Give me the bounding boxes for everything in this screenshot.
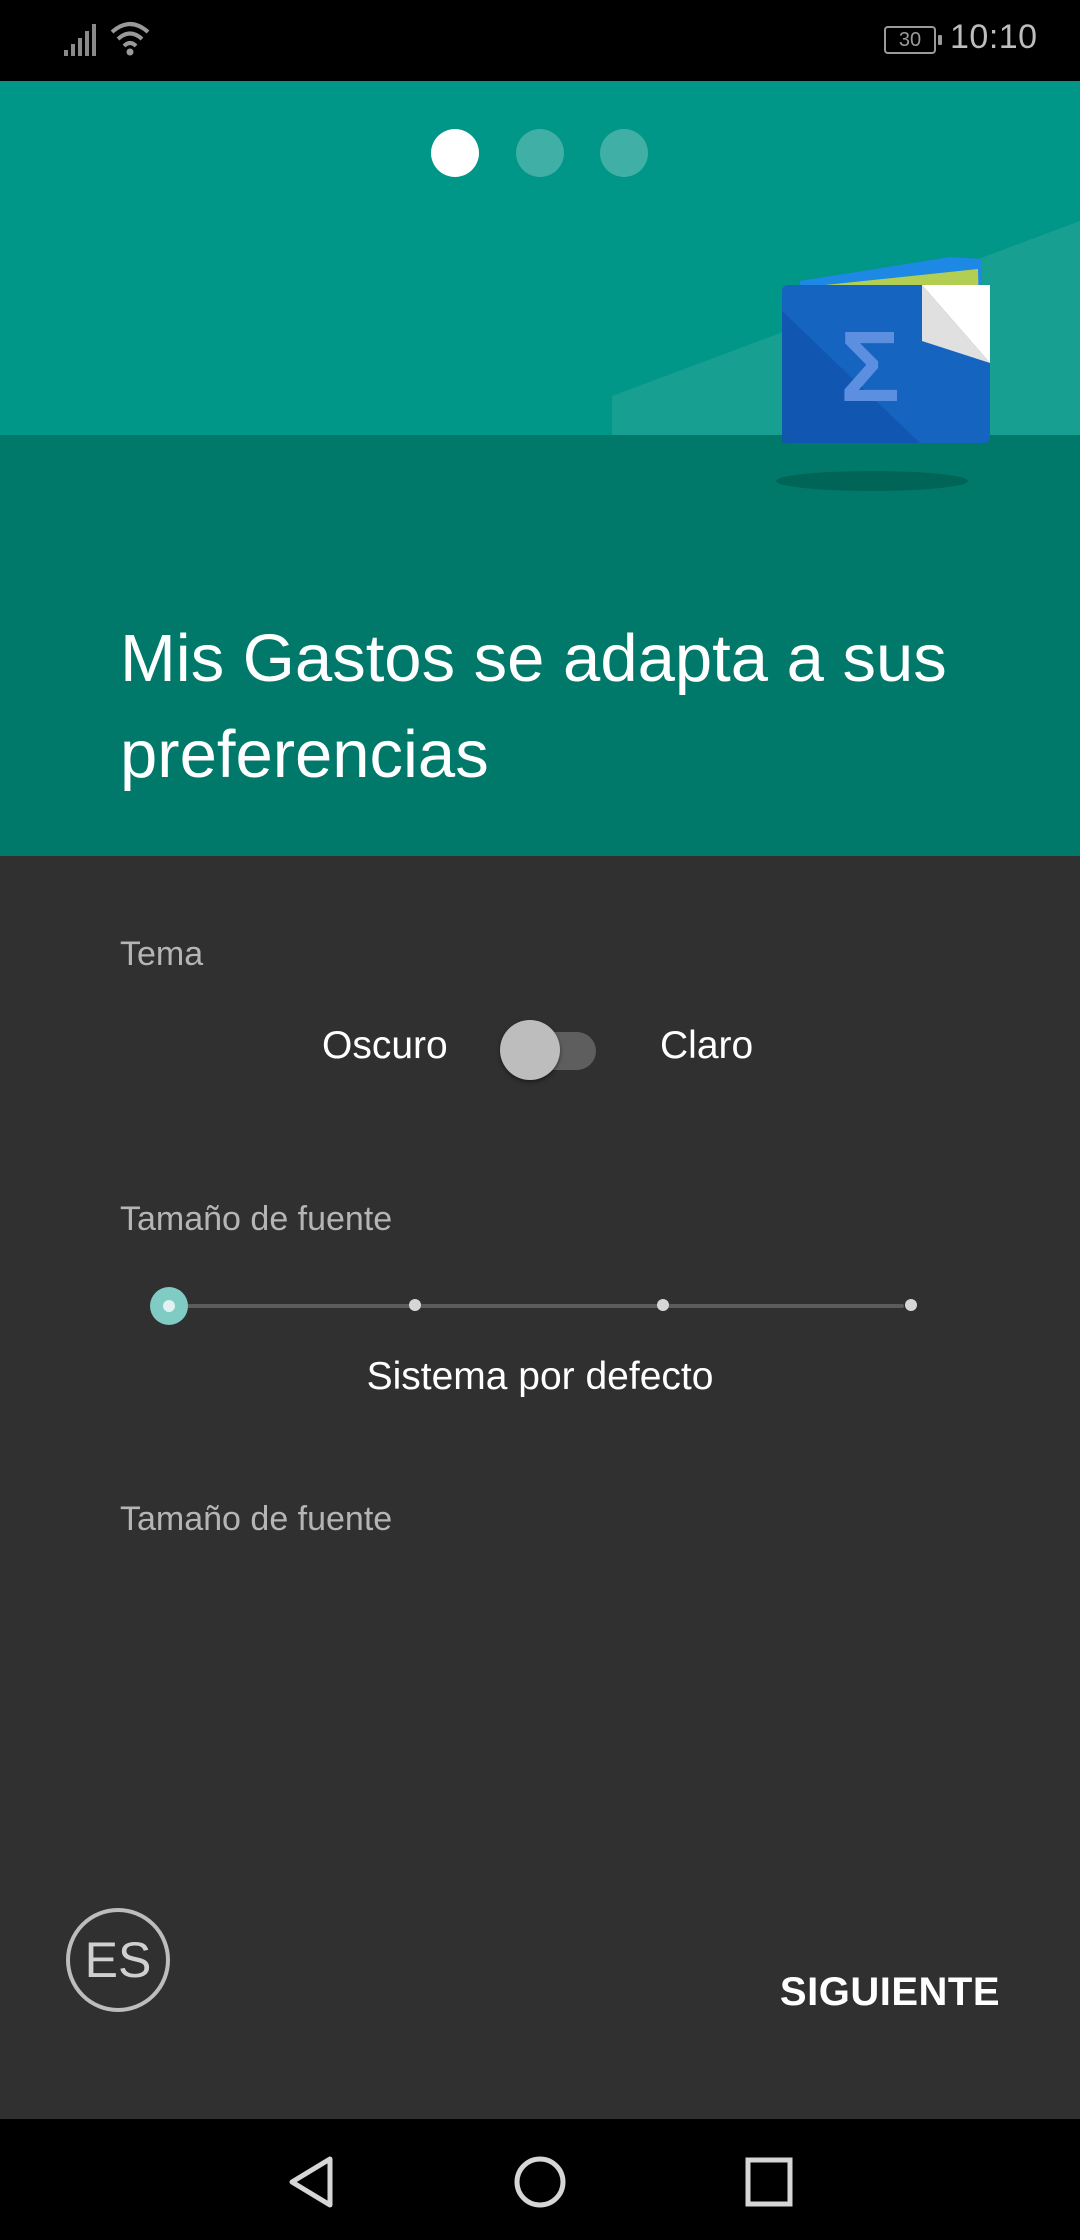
onboarding-hero: Σ Mis Gastos se adapta a sus preferencia…	[0, 81, 1080, 856]
slider-thumb[interactable]	[150, 1287, 188, 1325]
back-icon[interactable]	[286, 2155, 336, 2209]
slider-track[interactable]	[168, 1304, 904, 1308]
theme-light-label[interactable]: Claro	[660, 1024, 753, 1068]
next-button[interactable]: SIGUIENTE	[760, 1970, 1000, 2030]
svg-text:Σ: Σ	[840, 311, 900, 423]
theme-switch-thumb[interactable]	[500, 1020, 560, 1080]
status-bar: 30 10:10	[0, 0, 1080, 81]
home-icon[interactable]	[513, 2155, 567, 2209]
language-button[interactable]: ES	[66, 1908, 170, 2012]
battery-level: 30	[898, 29, 922, 51]
font-size-section-label: Tamaño de fuente	[120, 1200, 393, 1238]
page-dot-1[interactable]	[431, 129, 479, 177]
theme-switch[interactable]	[500, 1020, 596, 1080]
sigma-wallet-icon: Σ	[776, 257, 990, 491]
theme-dark-label[interactable]: Oscuro	[322, 1024, 448, 1068]
battery-icon: 30	[884, 26, 942, 54]
page-dot-2[interactable]	[516, 129, 564, 177]
slider-tick-3[interactable]	[657, 1299, 669, 1311]
font-size-value: Sistema por defecto	[366, 1355, 714, 1398]
font-size-section-label-2: Tamaño de fuente	[120, 1500, 393, 1538]
slider-tick-2[interactable]	[409, 1299, 421, 1311]
recents-icon[interactable]	[745, 2155, 793, 2209]
page-indicator	[0, 129, 1080, 185]
clock: 10:10	[950, 18, 1038, 56]
font-size-slider[interactable]	[150, 1285, 917, 1325]
page-dot-3[interactable]	[600, 129, 648, 177]
theme-section-label: Tema	[120, 935, 204, 973]
onboarding-title: Mis Gastos se adapta a sus preferencias	[120, 621, 947, 792]
signal-icon	[64, 24, 96, 56]
slider-tick-4[interactable]	[905, 1299, 917, 1311]
navigation-bar	[0, 2119, 1080, 2240]
theme-toggle-row: Oscuro Claro	[0, 1018, 1080, 1082]
wifi-icon	[110, 22, 150, 56]
